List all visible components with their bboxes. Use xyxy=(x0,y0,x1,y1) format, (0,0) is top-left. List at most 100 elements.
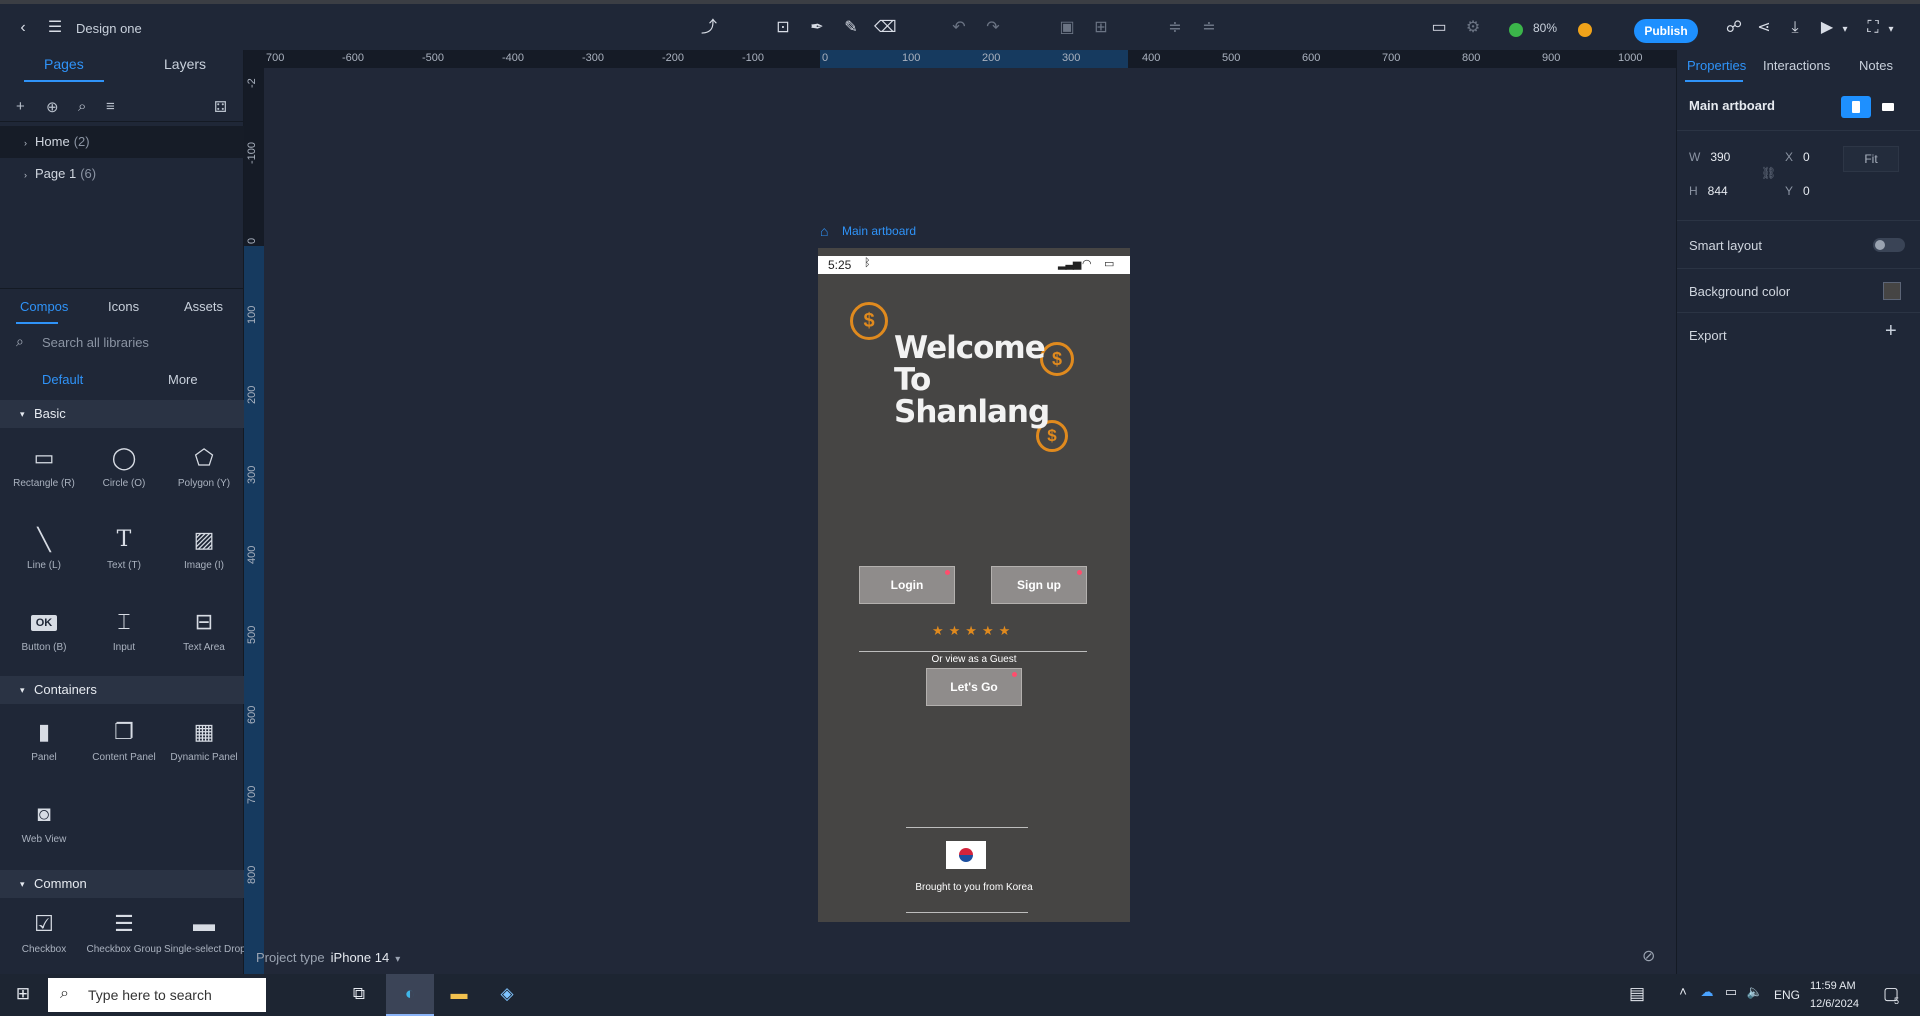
comp-rectangle[interactable]: ▭ Rectangle (R) xyxy=(4,442,84,489)
signup-button[interactable]: Sign up xyxy=(991,566,1087,604)
taskbar-search-input[interactable]: ⌕ Type here to search xyxy=(48,978,266,1012)
comp-image[interactable]: ▨ Image (I) xyxy=(164,524,244,571)
ungroup-icon[interactable]: ⊞ xyxy=(1090,18,1112,38)
page-item-page1[interactable]: › Page 1 (6) xyxy=(0,158,244,190)
publish-button[interactable]: Publish xyxy=(1634,19,1698,43)
artboard-add-icon[interactable]: ⊡ xyxy=(772,18,794,38)
x-field[interactable]: X0 xyxy=(1785,150,1810,164)
subtab-more[interactable]: More xyxy=(168,372,198,387)
page-settings-icon[interactable]: ⚃ xyxy=(214,98,227,116)
clock-date[interactable]: 12/6/2024 xyxy=(1810,998,1859,1010)
tab-icons[interactable]: Icons xyxy=(108,299,139,314)
fullscreen-dropdown-icon[interactable]: ▾ xyxy=(1880,20,1902,40)
comp-line[interactable]: ╲ Line (L) xyxy=(4,524,84,571)
tab-pages[interactable]: Pages xyxy=(44,56,84,72)
group-icon[interactable]: ▣ xyxy=(1056,18,1078,38)
comp-checkbox[interactable]: ☑ Checkbox xyxy=(4,908,84,955)
comp-content-panel[interactable]: ❐ Content Panel xyxy=(84,716,164,763)
tab-compos[interactable]: Compos xyxy=(20,299,68,314)
preview-dropdown-icon[interactable]: ▾ xyxy=(1834,20,1856,40)
comp-checkbox-group[interactable]: ☰ Checkbox Group xyxy=(84,908,164,955)
height-field[interactable]: H 844 xyxy=(1689,184,1728,198)
smart-layout-toggle[interactable] xyxy=(1873,238,1905,252)
fit-button[interactable]: Fit xyxy=(1843,146,1899,172)
y-field[interactable]: Y0 xyxy=(1785,184,1810,198)
task-view-icon[interactable]: ⧉ xyxy=(344,984,374,1004)
login-button[interactable]: Login xyxy=(859,566,955,604)
share-icon[interactable]: ⋖ xyxy=(1753,18,1775,38)
comp-text[interactable]: T Text (T) xyxy=(84,524,164,571)
connector-icon[interactable]: ⤴ xyxy=(698,18,720,38)
device-frame-icon[interactable]: ▭ xyxy=(1428,18,1450,38)
section-common[interactable]: ▾ Common xyxy=(0,870,244,898)
clock-time[interactable]: 11:59 AM xyxy=(1810,980,1856,992)
language-indicator[interactable]: ENG xyxy=(1774,988,1800,1002)
page-item-home[interactable]: › Home (2) xyxy=(0,126,244,158)
section-containers[interactable]: ▾ Containers xyxy=(0,676,244,704)
redo-icon[interactable]: ↷ xyxy=(982,18,1004,38)
comp-panel[interactable]: ▮ Panel xyxy=(4,716,84,763)
collaborators-icon[interactable]: ☍ xyxy=(1723,18,1745,38)
main-artboard[interactable]: 5:25 ᛒ ▂▃▅ ◠ ▭ $ $ $ Welcome To Shanlang… xyxy=(818,248,1130,922)
tab-layers[interactable]: Layers xyxy=(164,56,206,72)
tab-properties[interactable]: Properties xyxy=(1687,58,1746,73)
news-widget-icon[interactable]: ▤ xyxy=(1622,984,1652,1004)
zoom-out-icon[interactable] xyxy=(1509,23,1523,37)
field-value: 844 xyxy=(1707,184,1728,198)
landscape-orientation-button[interactable] xyxy=(1873,96,1903,118)
menu-icon[interactable]: ☰ xyxy=(44,18,66,38)
pencil-icon[interactable]: ✎ xyxy=(840,18,862,38)
search-icon[interactable]: ⌕ xyxy=(78,98,86,115)
add-export-button[interactable]: + xyxy=(1885,320,1897,343)
tab-notes[interactable]: Notes xyxy=(1859,58,1893,73)
sort-list-icon[interactable]: ≡ xyxy=(106,98,115,115)
artboard-label[interactable]: Main artboard xyxy=(842,224,916,238)
divider-line xyxy=(859,651,1087,652)
zoom-level[interactable]: 80% xyxy=(1533,21,1557,35)
tab-interactions[interactable]: Interactions xyxy=(1763,58,1830,73)
compass-icon[interactable]: ⊘ xyxy=(1642,946,1655,966)
comp-input[interactable]: ⌶ Input xyxy=(84,606,164,653)
pen-icon[interactable]: ✒ xyxy=(806,18,828,38)
comp-button[interactable]: OK Button (B) xyxy=(4,606,84,653)
back-arrow-icon[interactable]: ‹ xyxy=(12,18,34,38)
project-type-select[interactable]: iPhone 14 xyxy=(331,950,390,965)
width-field[interactable]: W 390 xyxy=(1689,150,1730,164)
notifications-icon[interactable]: ▢ xyxy=(1876,984,1906,1004)
section-basic[interactable]: ▾ Basic xyxy=(0,400,244,428)
chevron-down-icon[interactable]: ▾ xyxy=(395,954,400,965)
field-value: 390 xyxy=(1710,150,1731,164)
lets-go-button[interactable]: Let's Go xyxy=(926,668,1022,706)
eraser-icon[interactable]: ⌫ xyxy=(874,18,897,38)
settings-icon[interactable]: ⚙ xyxy=(1462,18,1484,38)
zoom-in-icon[interactable] xyxy=(1578,23,1592,37)
comp-dynamic-panel[interactable]: ▦ Dynamic Panel xyxy=(164,716,244,763)
portrait-orientation-button[interactable] xyxy=(1841,96,1871,118)
download-icon[interactable]: ⤓ xyxy=(1784,18,1806,38)
comp-polygon[interactable]: ⬠ Polygon (Y) xyxy=(164,442,244,489)
document-title[interactable]: Design one xyxy=(76,21,142,36)
undo-icon[interactable]: ↶ xyxy=(948,18,970,38)
library-search-input[interactable]: ⌕ Search all libraries xyxy=(14,330,234,356)
add-page-icon[interactable]: + xyxy=(16,98,25,115)
comp-droplist[interactable]: ▬ Single-select Droplist xyxy=(164,908,244,955)
tab-assets[interactable]: Assets xyxy=(184,299,223,314)
ruler-tick: 300 xyxy=(1062,52,1081,64)
volume-muted-icon[interactable]: 🔈 xyxy=(1740,984,1770,1000)
background-color-swatch[interactable] xyxy=(1883,282,1901,300)
app-icon[interactable]: ◈ xyxy=(492,984,522,1004)
ruler-tick: 800 xyxy=(1462,52,1481,64)
comp-label: Web View xyxy=(21,834,67,845)
distribute-vertical-icon[interactable]: ≑ xyxy=(1164,18,1186,38)
subtab-default[interactable]: Default xyxy=(42,372,83,387)
ruler-tick: -2 xyxy=(246,78,258,88)
distribute-horizontal-icon[interactable]: ≐ xyxy=(1198,18,1220,38)
file-explorer-icon[interactable]: ▬ xyxy=(444,984,474,1004)
comp-textarea[interactable]: ⊟ Text Area xyxy=(164,606,244,653)
lock-ratio-icon[interactable]: ⛓ xyxy=(1761,166,1776,180)
ruler-tick: 500 xyxy=(1222,52,1241,64)
windows-start-icon[interactable]: ⊞ xyxy=(8,984,38,1004)
comp-circle[interactable]: ◯ Circle (O) xyxy=(84,442,164,489)
add-folder-icon[interactable]: ⊕ xyxy=(46,98,59,116)
comp-web-view[interactable]: ◙ Web View xyxy=(4,798,84,845)
